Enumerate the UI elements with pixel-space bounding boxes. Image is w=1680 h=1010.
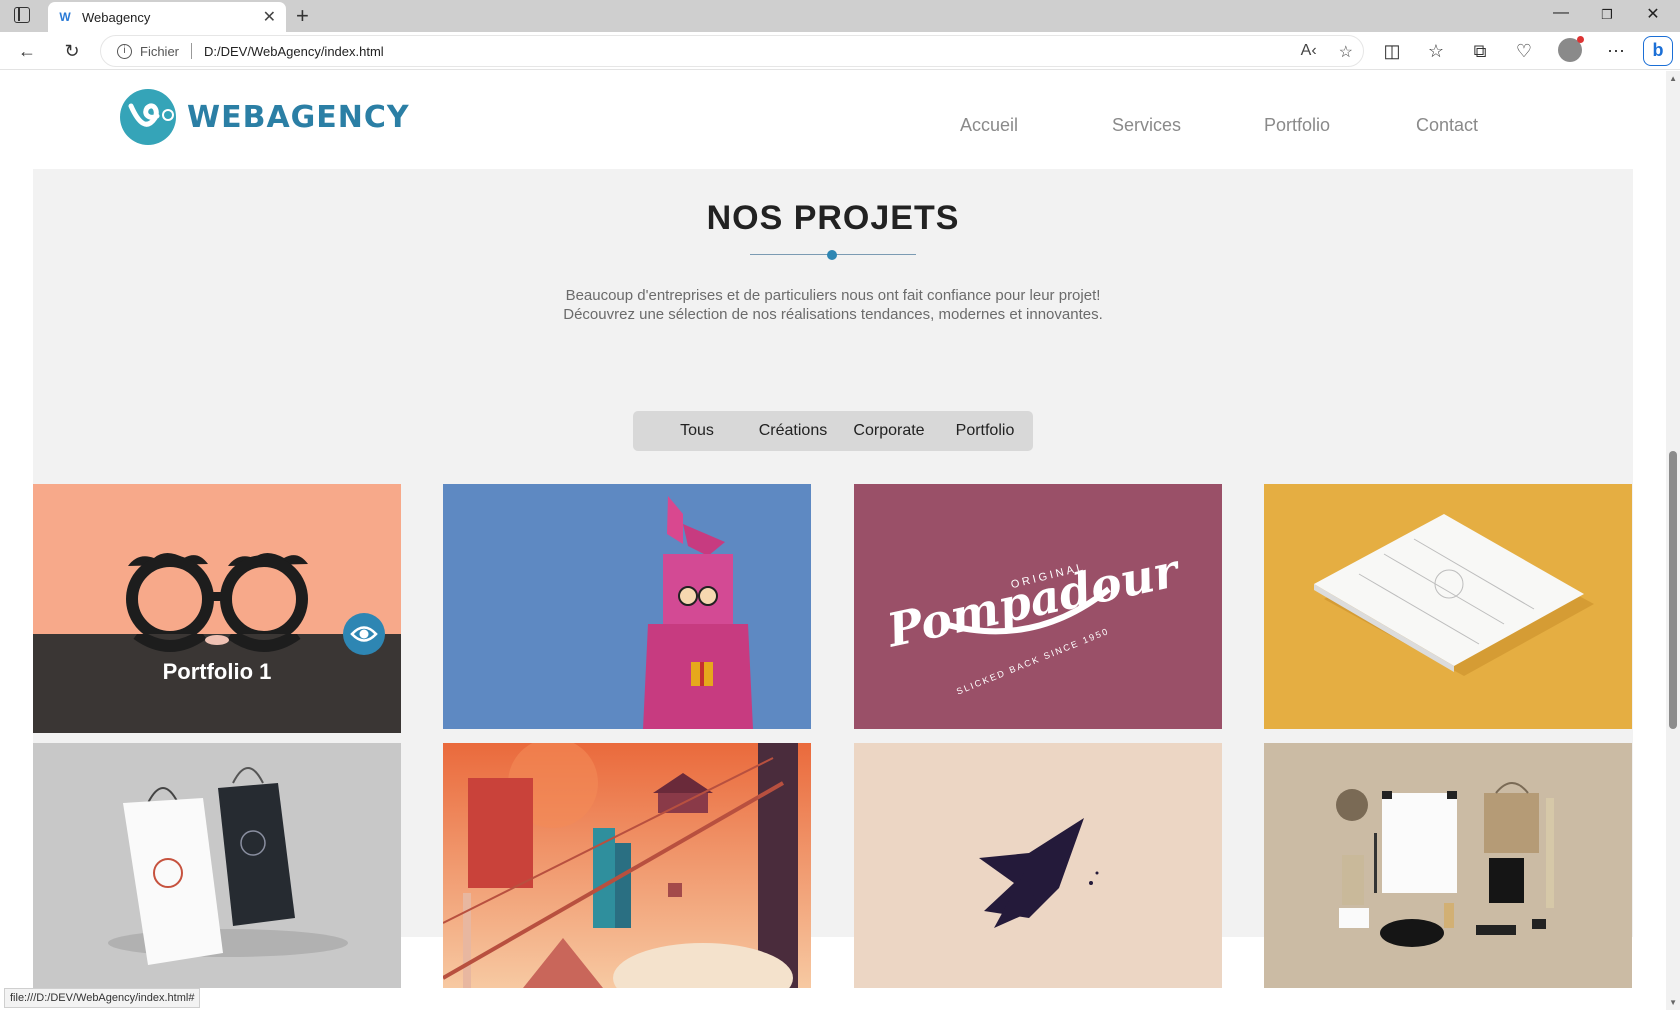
portfolio-tile-5[interactable]: [33, 743, 401, 988]
shopping-bags-image: [108, 767, 348, 965]
glasses-image: [126, 553, 308, 634]
address-url[interactable]: D:/DEV/WebAgency/index.html: [204, 44, 384, 59]
portfolio-tile-6[interactable]: [443, 743, 811, 988]
collections-icon[interactable]: ⧉: [1468, 40, 1492, 62]
webagency-logo-icon: [120, 89, 176, 145]
projects-section: NOS PROJETS Beaucoup d'entreprises et de…: [33, 169, 1633, 988]
scrollbar-thumb[interactable]: [1669, 451, 1677, 729]
filter-corporate[interactable]: Corporate: [841, 411, 937, 451]
refresh-icon[interactable]: ↻: [60, 40, 84, 62]
filter-creations[interactable]: Créations: [745, 411, 841, 451]
portfolio-tile-8[interactable]: [1264, 743, 1632, 988]
portfolio-tile-1[interactable]: Portfolio 1: [33, 484, 401, 733]
browser-essentials-icon[interactable]: ♡: [1512, 40, 1536, 62]
pink-bunny-image: [643, 496, 753, 729]
logo-text: WEBAGENCY: [187, 99, 410, 135]
scroll-down-icon[interactable]: ▼: [1669, 998, 1677, 1007]
eye-icon: [350, 626, 378, 642]
filter-tous[interactable]: Tous: [649, 411, 745, 451]
nav-accueil[interactable]: Accueil: [960, 115, 1112, 136]
tile-title: Portfolio 1: [162, 659, 272, 684]
tab-actions-icon[interactable]: [14, 7, 30, 23]
back-icon[interactable]: ←: [15, 40, 39, 62]
new-tab-icon[interactable]: +: [296, 3, 309, 29]
main-nav: Accueil Services Portfolio Contact: [960, 115, 1568, 136]
minimize-icon[interactable]: —: [1538, 4, 1584, 22]
portfolio-tile-4[interactable]: [1264, 484, 1632, 729]
rocket-logo-image: [979, 818, 1099, 928]
section-title: NOS PROJETS: [706, 199, 960, 237]
site-info-icon[interactable]: i: [117, 43, 132, 59]
profile-avatar[interactable]: [1558, 36, 1584, 62]
portfolio-tile-2[interactable]: [443, 484, 811, 729]
favicon-icon: W: [59, 10, 71, 24]
page-viewport: WEBAGENCY Accueil Services Portfolio Con…: [0, 71, 1680, 1010]
restore-icon[interactable]: ❐: [1584, 7, 1630, 23]
portfolio-tile-7[interactable]: [854, 743, 1222, 988]
address-scheme: Fichier: [140, 43, 180, 59]
browser-tab-bar: W Webagency ✕ + — ❐ ✕: [0, 0, 1680, 32]
stationery-mockup-image: [1336, 782, 1554, 947]
title-divider: [750, 250, 916, 260]
nav-portfolio[interactable]: Portfolio: [1264, 115, 1416, 136]
nav-contact[interactable]: Contact: [1416, 115, 1568, 136]
browser-toolbar: ← ↻ i Fichier D:/DEV/WebAgency/index.htm…: [0, 32, 1680, 70]
more-menu-icon[interactable]: ⋯: [1604, 40, 1628, 62]
pompadour-main-text: Pompadour: [881, 542, 1187, 657]
scroll-up-icon[interactable]: ▲: [1669, 74, 1677, 83]
portfolio-tile-3[interactable]: ORIGINAL Pompadour SLICKED BACK SINCE 19…: [854, 484, 1222, 729]
paper-mockup-image: [1314, 514, 1594, 676]
favorites-icon[interactable]: ☆: [1424, 40, 1448, 62]
browser-tab[interactable]: W Webagency ✕: [48, 2, 286, 32]
status-bar-url: file:///D:/DEV/WebAgency/index.html#: [4, 988, 201, 1008]
filter-portfolio[interactable]: Portfolio: [937, 411, 1033, 451]
read-aloud-icon[interactable]: A‹: [1301, 42, 1317, 62]
portfolio-filters: Tous Créations Corporate Portfolio: [633, 411, 1033, 451]
close-window-icon[interactable]: ✕: [1630, 4, 1676, 24]
city-illustration-image: [443, 743, 811, 988]
view-project-button[interactable]: [343, 613, 385, 655]
description-line-1: Beaucoup d'entreprises et de particulier…: [565, 287, 1101, 304]
site-logo[interactable]: WEBAGENCY: [119, 88, 410, 146]
tab-title: Webagency: [82, 9, 151, 25]
section-description: Beaucoup d'entreprises et de particulier…: [33, 286, 1633, 324]
copilot-icon[interactable]: b: [1643, 36, 1673, 66]
site-header: WEBAGENCY Accueil Services Portfolio Con…: [0, 71, 1666, 169]
split-screen-icon[interactable]: ◫: [1380, 40, 1404, 62]
address-bar[interactable]: i Fichier D:/DEV/WebAgency/index.html A‹…: [100, 35, 1364, 67]
address-separator: [191, 43, 193, 59]
favorite-star-icon[interactable]: ☆: [1339, 42, 1353, 62]
description-line-2: Découvrez une sélection de nos réalisati…: [563, 306, 1103, 323]
pompadour-logo-image: ORIGINAL Pompadour SLICKED BACK SINCE 19…: [881, 542, 1187, 696]
close-tab-icon[interactable]: ✕: [263, 7, 276, 27]
nav-services[interactable]: Services: [1112, 115, 1264, 136]
